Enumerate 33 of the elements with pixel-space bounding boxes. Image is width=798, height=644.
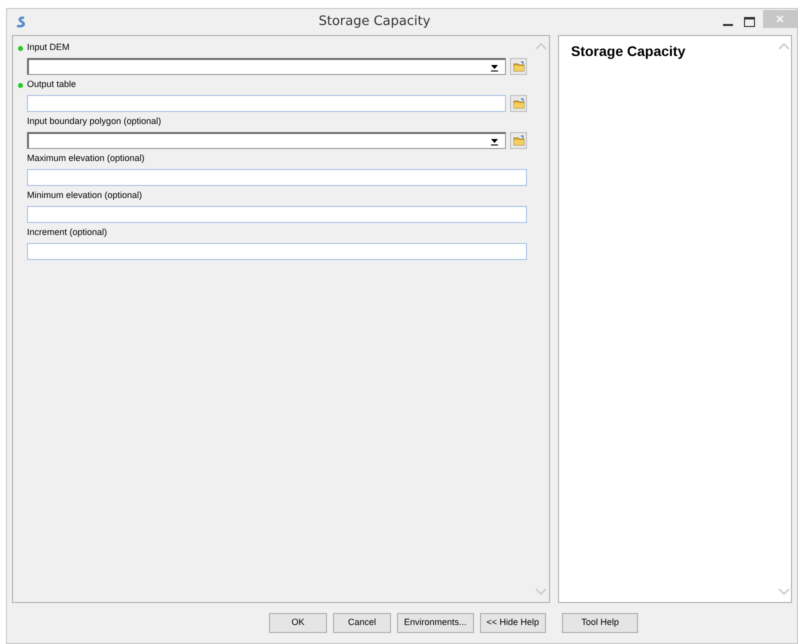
folder-icon [512,61,524,72]
dropdown-arrow-icon[interactable] [490,62,499,72]
folder-icon [512,98,524,109]
app-logo-icon [15,16,27,28]
dialog-button[interactable]: << Hide Help [480,613,546,633]
parameter-label: Input boundary polygon (optional) [27,115,162,128]
parameter-label: Increment (optional) [27,226,108,240]
window-title: Storage Capacity [318,13,430,32]
help-title: Storage Capacity [571,43,686,59]
folder-icon [512,135,524,146]
tool-help-button[interactable]: Tool Help [562,613,638,633]
dropdown-field[interactable] [27,58,506,75]
dropdown-field[interactable] [27,132,506,149]
maximize-icon[interactable] [744,17,755,27]
dialog-button[interactable]: OK [269,613,327,633]
parameter-label: Maximum elevation (optional) [27,152,145,166]
dialog-button[interactable]: Environments... [397,613,474,633]
input-field[interactable] [27,243,527,260]
input-field[interactable] [27,95,506,112]
browse-button[interactable] [510,95,527,112]
parameter-label: Minimum elevation (optional) [27,189,142,202]
parameter-label: Output table [27,78,76,92]
close-icon [776,15,784,23]
dropdown-arrow-icon[interactable] [490,136,499,146]
browse-button[interactable] [510,58,527,75]
close-button[interactable] [763,10,797,28]
input-field[interactable] [27,169,527,186]
browse-button[interactable] [510,132,527,149]
input-field[interactable] [27,206,527,223]
scroll-down-icon[interactable] [778,588,790,596]
parameter-label: Input DEM [27,41,70,54]
dialog-button[interactable]: Cancel [333,613,391,633]
scroll-up-icon[interactable] [778,42,790,50]
